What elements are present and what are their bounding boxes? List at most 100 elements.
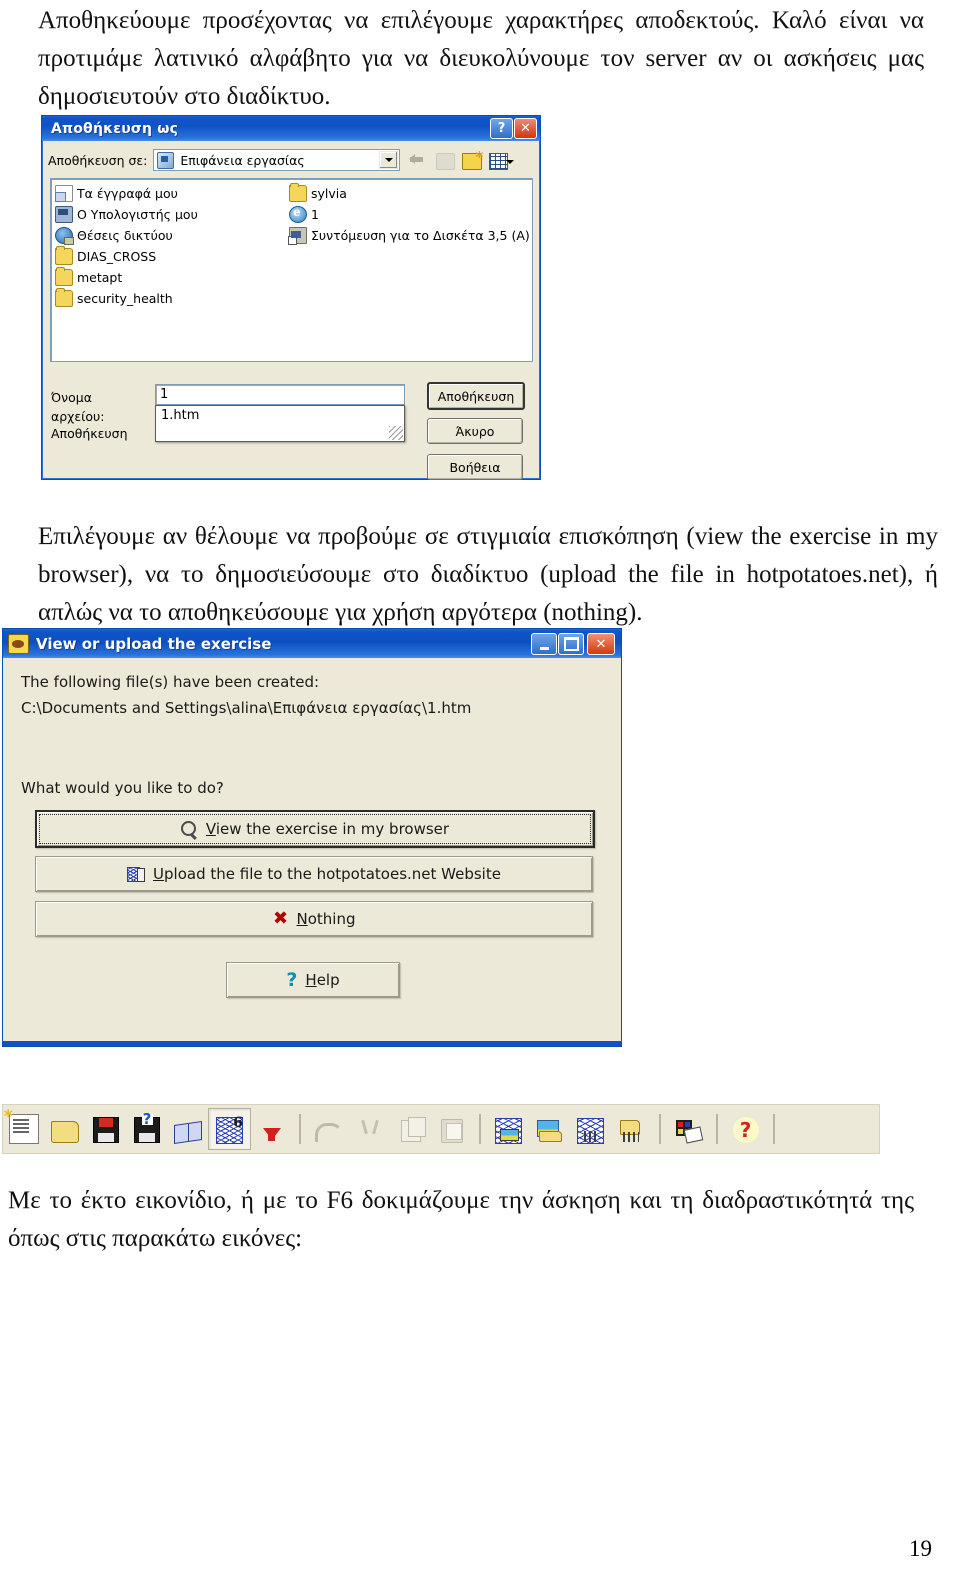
upload-web-icon — [127, 866, 146, 883]
question-mark-icon: ? — [286, 968, 298, 991]
new-exercise-icon[interactable] — [3, 1106, 44, 1149]
save-as-dialog: Αποθήκευση ως ? ✕ Αποθήκευση σε: Επιφάνε… — [41, 115, 541, 480]
list-item-label: security_health — [77, 291, 173, 306]
navigation-toolbar — [408, 148, 515, 170]
list-item[interactable]: Ο Υπολογιστής μου — [55, 204, 275, 225]
up-folder-icon[interactable] — [436, 153, 456, 170]
save-button[interactable]: Αποθήκευση — [427, 382, 525, 410]
hot-potato-icon — [8, 633, 29, 654]
file-name-input[interactable]: 1 — [155, 384, 405, 405]
list-item-label: metapt — [77, 270, 123, 285]
help-button[interactable]: ? Help — [226, 962, 400, 998]
list-item-label: Συντόμευση για το Δισκέτα 3,5 (A) — [311, 228, 530, 243]
help-icon[interactable] — [725, 1109, 766, 1149]
list-item[interactable]: Θέσεις δικτύου — [55, 225, 275, 246]
paste-icon[interactable] — [431, 1109, 472, 1149]
help-button-mnemonic: H — [305, 971, 317, 989]
back-arrow-icon[interactable] — [408, 150, 429, 170]
my-computer-icon — [55, 206, 73, 223]
list-item-label: DIAS_CROSS — [77, 249, 157, 264]
export-web-page-icon[interactable] — [208, 1108, 251, 1150]
configuration-icon[interactable] — [668, 1109, 709, 1149]
dialog-bottom-edge — [3, 1041, 621, 1046]
nothing-button-label: othing — [307, 910, 356, 928]
cancel-button[interactable]: Άκυρο — [427, 418, 523, 444]
list-item[interactable]: security_health — [55, 288, 275, 309]
red-x-icon: ✖ — [272, 908, 289, 929]
minimize-icon[interactable] — [531, 633, 557, 655]
folder-icon — [55, 267, 73, 286]
upload-button-label: pload the file to the hotpotatoes.net We… — [164, 865, 501, 883]
file-name-autocomplete-dropdown[interactable]: 1.htm — [155, 405, 405, 442]
export-rtf-icon[interactable] — [167, 1109, 208, 1149]
separator-3 — [659, 1114, 661, 1144]
upload-arrow-icon[interactable] — [251, 1109, 292, 1149]
intro-paragraph: Αποθηκεύουμε προσέχοντας να επιλέγουμε χ… — [38, 7, 924, 110]
nothing-button-mnemonic: N — [296, 910, 308, 928]
view-or-upload-dialog: View or upload the exercise ✕ The follow… — [2, 628, 622, 1047]
look-in-combobox[interactable]: Επιφάνεια εργασίας — [153, 149, 401, 171]
my-documents-icon — [55, 185, 73, 202]
what-would-you-like-label: What would you like to do? — [21, 779, 224, 797]
file-name-label: Όνομα αρχείου: — [51, 390, 105, 424]
chevron-down-icon[interactable] — [379, 151, 399, 169]
look-in-value: Επιφάνεια εργασίας — [180, 152, 305, 168]
upload-file-button[interactable]: Upload the file to the hotpotatoes.net W… — [35, 856, 593, 892]
shortcut-floppy-icon — [288, 227, 307, 245]
folder-icon — [55, 288, 73, 307]
save-as-icon[interactable] — [126, 1109, 167, 1149]
bottom-paragraph: Με το έκτο εικονίδιο, ή με το F6 δοκιμάζ… — [8, 1187, 914, 1252]
list-item[interactable]: Τα έγγραφά μου — [55, 183, 275, 204]
internet-explorer-document-icon — [289, 205, 307, 223]
help-icon[interactable]: ? — [490, 118, 513, 139]
folder-icon — [289, 183, 307, 202]
insert-local-link-icon[interactable] — [611, 1109, 652, 1149]
save-icon[interactable] — [85, 1109, 126, 1149]
list-item-label: 1 — [311, 207, 319, 222]
upload-button-mnemonic: U — [153, 865, 165, 883]
created-file-path: C:\Documents and Settings\alina\Επιφάνει… — [21, 699, 472, 717]
copy-icon[interactable] — [390, 1109, 431, 1149]
close-icon[interactable]: ✕ — [587, 633, 615, 655]
new-folder-icon[interactable] — [462, 148, 483, 170]
open-file-icon[interactable] — [44, 1109, 85, 1149]
insert-local-picture-icon[interactable] — [529, 1109, 570, 1149]
list-item[interactable]: Συντόμευση για το Δισκέτα 3,5 (A) — [288, 225, 530, 246]
files-created-label: The following file(s) have been created: — [21, 673, 320, 691]
views-icon[interactable] — [489, 153, 515, 170]
magnifier-icon — [180, 820, 198, 838]
insert-web-link-icon[interactable] — [570, 1109, 611, 1149]
look-in-label: Αποθήκευση σε: — [48, 152, 148, 168]
resize-grip-icon[interactable] — [389, 426, 403, 440]
view-exercise-button[interactable]: View the exercise in my browser — [35, 810, 595, 848]
separator-1 — [299, 1114, 301, 1144]
page-number: 19 — [909, 1536, 932, 1561]
save-as-title: Αποθήκευση ως — [51, 120, 179, 137]
nothing-button[interactable]: ✖ Nothing — [35, 901, 593, 937]
file-list[interactable]: Τα έγγραφά μου Ο Υπολογιστής μου Θέσεις … — [50, 178, 533, 362]
view-upload-titlebar: View or upload the exercise ✕ — [3, 629, 621, 658]
list-item[interactable]: metapt — [55, 267, 275, 288]
maximize-icon[interactable] — [558, 633, 584, 655]
save-as-titlebar: Αποθήκευση ως ? ✕ — [42, 116, 540, 141]
desktop-icon — [157, 151, 175, 169]
autocomplete-item[interactable]: 1.htm — [161, 408, 199, 423]
list-item[interactable]: DIAS_CROSS — [55, 246, 275, 267]
save-as-type-label: Αποθήκευση — [51, 426, 128, 441]
view-button-label: iew the exercise in my browser — [215, 820, 450, 838]
help-button[interactable]: Βοήθεια — [427, 454, 523, 480]
close-icon[interactable]: ✕ — [514, 118, 537, 139]
insert-web-picture-icon[interactable] — [488, 1109, 529, 1149]
view-upload-title: View or upload the exercise — [36, 634, 272, 653]
undo-icon[interactable] — [308, 1109, 349, 1149]
hot-potatoes-toolbar — [2, 1104, 880, 1154]
list-item[interactable]: sylvia — [289, 183, 529, 204]
separator-5 — [773, 1114, 775, 1144]
list-item-label: Τα έγγραφά μου — [77, 186, 178, 201]
file-list-column-right: sylvia 1 Συντόμευση για το Δισκέτα 3,5 (… — [288, 183, 530, 246]
help-button-label: elp — [316, 971, 340, 989]
list-item-label: Θέσεις δικτύου — [77, 228, 173, 243]
list-item[interactable]: 1 — [289, 204, 529, 225]
folder-icon — [55, 246, 73, 265]
cut-icon[interactable] — [349, 1109, 390, 1149]
